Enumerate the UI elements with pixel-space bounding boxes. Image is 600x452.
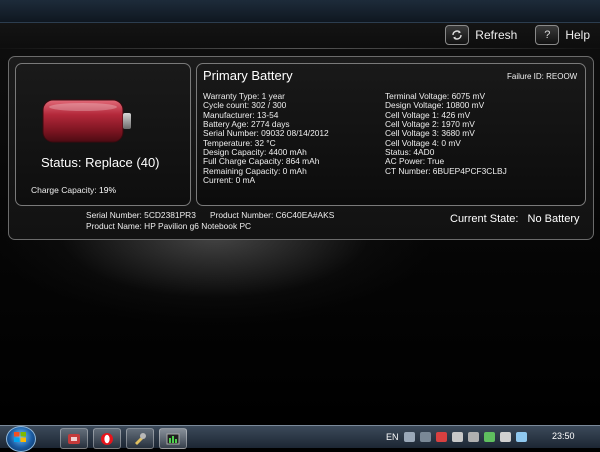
toolbar-divider	[0, 48, 600, 49]
language-indicator[interactable]: EN	[386, 432, 399, 442]
battery-details-left: Warranty Type: 1 year Cycle count: 302 /…	[203, 91, 329, 186]
taskbar-clock[interactable]: 23:50	[552, 431, 575, 441]
current-state: Current State: No Battery	[450, 213, 580, 225]
taskbar-app-hp-support[interactable]	[60, 428, 88, 449]
battery-icon	[42, 99, 131, 143]
hp-support-icon	[68, 433, 80, 444]
charge-capacity-value: 19%	[99, 185, 117, 195]
help-label: Help	[565, 28, 590, 42]
refresh-icon	[445, 25, 470, 45]
opera-icon	[101, 432, 113, 445]
charge-capacity: Charge Capacity: 19%	[31, 185, 116, 195]
windows-logo-icon	[14, 432, 26, 442]
detail-row: CT Number: 6BUEP4PCF3CLBJ	[385, 165, 507, 176]
failure-id: Failure ID: REOOW	[507, 72, 578, 81]
network-icon[interactable]	[483, 432, 495, 442]
system-tray: EN	[386, 428, 527, 446]
refresh-label: Refresh	[475, 28, 518, 42]
taskbar-app-opera[interactable]	[93, 428, 121, 449]
tools-icon	[135, 432, 146, 445]
primary-battery-title: Primary Battery	[203, 68, 293, 83]
product-name: Product Name: HP Pavilion g6 Notebook PC	[86, 221, 252, 231]
power-icon[interactable]	[515, 432, 527, 442]
current-state-label: Current State:	[450, 213, 519, 225]
charge-capacity-label: Charge Capacity:	[31, 185, 97, 195]
battery-details-right: Terminal Voltage: 6075 mV Design Voltage…	[385, 91, 507, 176]
title-strip	[0, 0, 600, 23]
product-number: Product Number: C6C40EA#AKS	[210, 210, 335, 220]
refresh-button[interactable]: Refresh	[445, 25, 517, 45]
keyboard-icon[interactable]	[403, 432, 415, 442]
system-serial-number: Serial Number: 5CD2381PR3	[86, 210, 196, 220]
display-icon[interactable]	[467, 432, 479, 442]
action-center-icon[interactable]	[435, 432, 447, 442]
battery-check-icon	[166, 433, 180, 444]
tray-icon[interactable]	[419, 432, 431, 442]
detail-row: Current: 0 mA	[203, 175, 256, 186]
toolbar: Refresh ? Help	[445, 24, 590, 46]
current-state-value: No Battery	[527, 213, 580, 225]
taskbar-app-tools[interactable]	[126, 428, 154, 449]
taskbar-app-battery-check[interactable]	[159, 428, 187, 449]
volume-icon[interactable]	[499, 432, 511, 442]
battery-check-window: Refresh ? Help Status: Replace (40) Char…	[0, 0, 600, 425]
help-button[interactable]: ? Help	[535, 25, 590, 45]
help-icon: ?	[535, 25, 560, 45]
device-icon[interactable]	[451, 432, 463, 442]
battery-status: Status: Replace (40)	[41, 155, 160, 170]
